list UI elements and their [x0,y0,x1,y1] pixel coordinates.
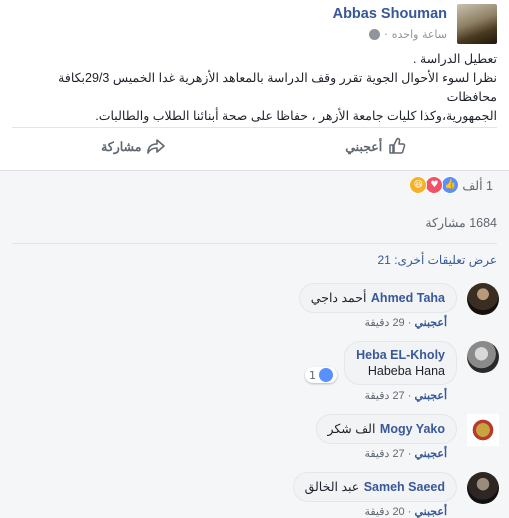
like-button[interactable]: أعجبني [255,128,498,164]
commenter-avatar[interactable] [467,283,499,315]
reactions-summary[interactable]: 1 ألف 👍 ♥ 😆 [409,176,497,194]
post-actions: مشاركة أعجبني [12,128,497,164]
comment-like-button[interactable]: أعجبني [414,317,447,329]
comment-meta: أعجبني · 20 دقيقة [364,506,447,518]
comment-time[interactable]: 27 دقيقة [364,390,404,402]
commenter-avatar[interactable] [467,472,499,504]
comment-reactions[interactable]: 1 [305,367,337,383]
comment-like-button[interactable]: أعجبني [414,448,447,460]
comment-time[interactable]: 29 دقيقة [364,317,404,329]
post-author[interactable]: Abbas Shouman [333,6,447,22]
comment-bubble: Mogy Yako الف شكر [315,414,457,444]
reactions-count: 1 ألف [462,178,493,193]
author-avatar[interactable] [457,4,497,44]
post-meta: ساعة واحده · [369,28,447,41]
post-line: الجمهورية،وكذا كليات جامعة الأزهر ، حفاظ… [95,109,497,123]
comment-bubble: Heba EL-Kholy Habeba Hana [344,341,457,385]
commenter-name[interactable]: Ahmed Taha [371,291,445,305]
comment-time[interactable]: 27 دقيقة [364,448,404,460]
comment-text: Habeba Hana [367,364,445,378]
commenter-avatar[interactable] [467,414,499,446]
comment-text: أحمد داجي [310,291,367,305]
comment-time[interactable]: 20 دقيقة [364,506,404,518]
shares-count[interactable]: 1684 مشاركة [425,215,497,230]
comment-bubble: Sameh Saeed عبد الخالق [292,472,457,502]
comment-reaction-count: 1 [309,368,316,382]
comment-meta: أعجبني · 29 دقيقة [364,317,447,329]
like-icon: 👍 [441,176,460,194]
globe-icon[interactable] [369,29,381,40]
commenter-name[interactable]: Heba EL-Kholy [356,347,445,363]
post-time[interactable]: ساعة واحده [392,28,447,41]
post-card: Abbas Shouman ساعة واحده · تعطيل الدراسة… [0,0,509,171]
divider [12,243,497,244]
post-body: تعطيل الدراسة . نظرا لسوء الأحوال الجوية… [11,50,497,126]
commenter-name[interactable]: Sameh Saeed [364,480,445,494]
post-line: تعطيل الدراسة . [413,52,497,66]
commenter-avatar[interactable] [467,341,499,373]
comment-bubble: Ahmed Taha أحمد داجي [298,283,457,313]
love-icon: ♥ [425,176,444,194]
comment-like-button[interactable]: أعجبني [414,506,447,518]
haha-icon: 😆 [409,176,428,194]
comment-text: الف شكر [327,422,376,436]
comment-meta: أعجبني · 27 دقيقة [364,390,447,402]
share-button[interactable]: مشاركة [12,128,255,164]
like-icon [319,368,333,382]
post-header: Abbas Shouman ساعة واحده · [97,4,497,44]
like-label: أعجبني [345,139,383,154]
separator-dot: · [384,28,388,41]
comment-text: عبد الخالق [304,480,360,494]
post-line: نظرا لسوء الأحوال الجوية تقرر وقف الدراس… [58,71,497,104]
share-label: مشاركة [101,139,142,154]
share-icon [147,139,166,154]
commenter-name[interactable]: Mogy Yako [380,422,445,436]
thumbs-up-icon [389,137,406,154]
comment-meta: أعجبني · 27 دقيقة [364,448,447,460]
comment-like-button[interactable]: أعجبني [414,390,447,402]
view-more-comments[interactable]: عرض تعليقات أخرى: 21 [378,253,498,267]
